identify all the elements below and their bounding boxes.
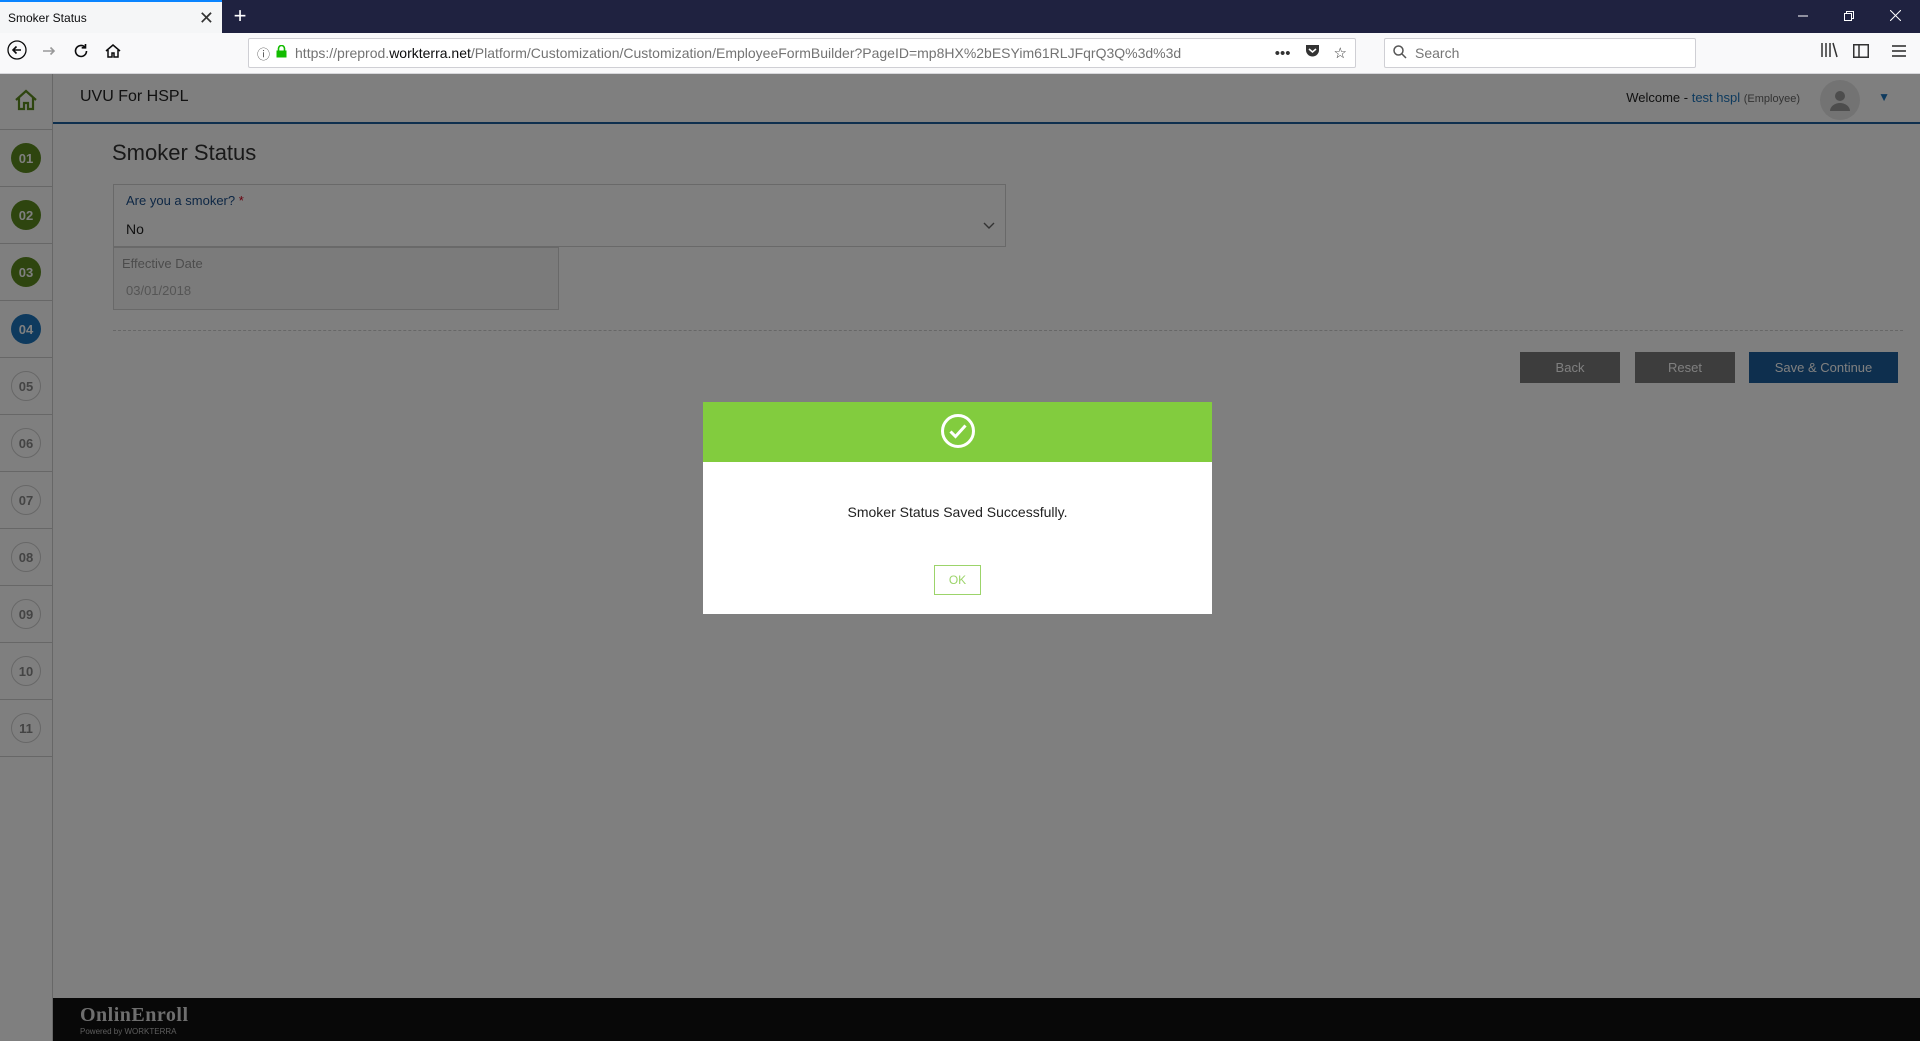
browser-tab-bar: Smoker Status ✕ + xyxy=(0,0,1920,33)
bookmark-star-icon[interactable]: ☆ xyxy=(1334,44,1347,62)
dialog-message: Smoker Status Saved Successfully. xyxy=(847,504,1068,520)
close-window-icon[interactable] xyxy=(1872,0,1918,33)
success-dialog: Smoker Status Saved Successfully. OK xyxy=(703,402,1212,614)
ok-button[interactable]: OK xyxy=(934,565,981,595)
url-text: https://preprod.workterra.net/Platform/C… xyxy=(295,45,1182,61)
back-arrow-icon[interactable] xyxy=(2,39,32,69)
check-circle-icon xyxy=(940,413,976,452)
reload-icon[interactable] xyxy=(66,39,96,69)
browser-nav-bar: ⓘ https://preprod.workterra.net/Platform… xyxy=(0,33,1920,74)
lock-icon[interactable] xyxy=(276,44,287,61)
minimize-icon[interactable] xyxy=(1780,0,1826,33)
dialog-header xyxy=(703,402,1212,462)
restore-icon[interactable] xyxy=(1826,0,1872,33)
close-tab-icon[interactable]: ✕ xyxy=(199,9,214,27)
new-tab-button[interactable]: + xyxy=(228,4,252,28)
menu-icon[interactable] xyxy=(1884,39,1914,69)
pocket-icon[interactable] xyxy=(1305,44,1320,62)
sidebar-toggle-icon[interactable] xyxy=(1846,39,1876,69)
info-icon[interactable]: ⓘ xyxy=(257,44,270,63)
search-input[interactable] xyxy=(1415,45,1687,61)
home-icon[interactable] xyxy=(98,39,128,69)
url-bar[interactable]: ⓘ https://preprod.workterra.net/Platform… xyxy=(248,38,1356,68)
browser-tab[interactable]: Smoker Status ✕ xyxy=(0,0,222,33)
forward-arrow-icon[interactable] xyxy=(34,39,64,69)
search-icon xyxy=(1393,44,1407,62)
more-actions-icon[interactable]: ••• xyxy=(1275,45,1291,62)
search-bar[interactable] xyxy=(1384,38,1696,68)
library-icon[interactable] xyxy=(1814,39,1844,69)
tab-title: Smoker Status xyxy=(8,10,87,25)
